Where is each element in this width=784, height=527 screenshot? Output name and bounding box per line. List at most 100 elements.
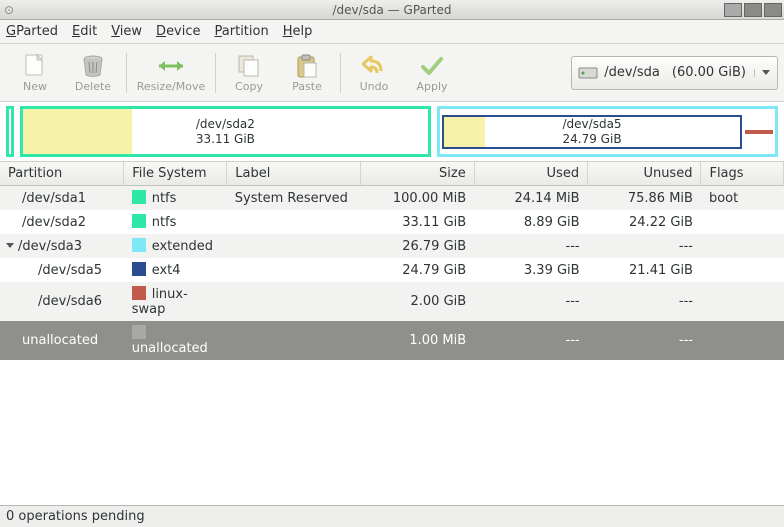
status-text: 0 operations pending [6, 509, 145, 524]
toolbar: New Delete Resize/Move Copy Paste Undo [0, 44, 784, 102]
undo-button[interactable]: Undo [345, 47, 403, 99]
window-controls [724, 3, 784, 17]
partition-label [227, 321, 361, 360]
window-title: /dev/sda — GParted [332, 3, 451, 17]
partition-used: 8.89 GiB [474, 210, 587, 234]
fs-name: ntfs [152, 191, 177, 206]
table-row[interactable]: /dev/sda6linux-swap2.00 GiB------ [0, 282, 784, 321]
partition-name: /dev/sda1 [22, 191, 86, 206]
table-row[interactable]: /dev/sda3extended26.79 GiB------ [0, 234, 784, 258]
minimize-button[interactable] [724, 3, 742, 17]
partition-unused: 75.86 MiB [588, 186, 701, 211]
fs-name: unallocated [132, 341, 208, 356]
device-path: /dev/sda [604, 65, 660, 80]
resize-button[interactable]: Resize/Move [131, 47, 211, 99]
copy-label: Copy [235, 80, 263, 93]
resize-icon [155, 52, 187, 80]
partition-used: --- [474, 321, 587, 360]
copy-button[interactable]: Copy [220, 47, 278, 99]
partition-flags [701, 282, 784, 321]
partition-label: System Reserved [227, 186, 361, 211]
toolbar-separator [126, 53, 127, 93]
table-row[interactable]: /dev/sda2ntfs33.11 GiB8.89 GiB24.22 GiB [0, 210, 784, 234]
close-button[interactable] [764, 3, 782, 17]
partition-flags [701, 210, 784, 234]
partition-flags [701, 258, 784, 282]
app-icon: ⊙ [4, 3, 14, 17]
fs-name: ext4 [152, 263, 181, 278]
partition-graph: /dev/sda2 33.11 GiB /dev/sda5 24.79 GiB [0, 102, 784, 162]
table-header-row: Partition File System Label Size Used Un… [0, 162, 784, 186]
table-row[interactable]: /dev/sda1ntfsSystem Reserved100.00 MiB24… [0, 186, 784, 211]
apply-button[interactable]: Apply [403, 47, 461, 99]
undo-icon [361, 52, 387, 80]
partition-unused: --- [588, 321, 701, 360]
graph-sda2-label: /dev/sda2 [23, 117, 428, 132]
paste-label: Paste [292, 80, 322, 93]
table-row[interactable]: /dev/sda5ext424.79 GiB3.39 GiB21.41 GiB [0, 258, 784, 282]
menu-gparted[interactable]: GParted [6, 24, 58, 39]
partition-label [227, 282, 361, 321]
partition-unused: 21.41 GiB [588, 258, 701, 282]
copy-icon [236, 52, 262, 80]
col-label[interactable]: Label [227, 162, 361, 186]
menu-partition[interactable]: Partition [215, 24, 269, 39]
partition-name: /dev/sda5 [38, 263, 102, 278]
col-used[interactable]: Used [474, 162, 587, 186]
window-titlebar: ⊙ /dev/sda — GParted [0, 0, 784, 20]
partition-used: --- [474, 282, 587, 321]
maximize-button[interactable] [744, 3, 762, 17]
partition-size: 100.00 MiB [361, 186, 474, 211]
toolbar-separator [340, 53, 341, 93]
fs-name: ntfs [152, 215, 177, 230]
graph-extended[interactable]: /dev/sda5 24.79 GiB [437, 106, 778, 157]
expander-icon[interactable] [6, 243, 14, 248]
device-size: (60.00 GiB) [672, 65, 746, 80]
partition-size: 33.11 GiB [361, 210, 474, 234]
partition-unused: --- [588, 234, 701, 258]
menu-device[interactable]: Device [156, 24, 200, 39]
dropdown-caret-icon [754, 69, 771, 77]
graph-sda2-size: 33.11 GiB [23, 132, 428, 147]
graph-sda5[interactable]: /dev/sda5 24.79 GiB [442, 115, 742, 149]
menu-view[interactable]: View [111, 24, 142, 39]
graph-sda5-label: /dev/sda5 [444, 117, 740, 132]
paste-button[interactable]: Paste [278, 47, 336, 99]
graph-sda2[interactable]: /dev/sda2 33.11 GiB [20, 106, 431, 157]
partition-label [227, 258, 361, 282]
partition-label [227, 210, 361, 234]
disk-icon [578, 65, 598, 81]
fs-color-icon [132, 238, 146, 252]
device-selector[interactable]: /dev/sda (60.00 GiB) [571, 56, 778, 90]
toolbar-separator [215, 53, 216, 93]
partition-size: 1.00 MiB [361, 321, 474, 360]
new-button[interactable]: New [6, 47, 64, 99]
col-flags[interactable]: Flags [701, 162, 784, 186]
partition-unused: --- [588, 282, 701, 321]
partition-used: 3.39 GiB [474, 258, 587, 282]
table-row[interactable]: unallocatedunallocated1.00 MiB------ [0, 321, 784, 360]
new-icon [22, 52, 48, 80]
delete-button[interactable]: Delete [64, 47, 122, 99]
fs-color-icon [132, 214, 146, 228]
partition-label [227, 234, 361, 258]
apply-icon [419, 52, 445, 80]
fs-name: extended [152, 239, 213, 254]
col-size[interactable]: Size [361, 162, 474, 186]
fs-color-icon [132, 190, 146, 204]
menu-help[interactable]: Help [283, 24, 313, 39]
fs-color-icon [132, 286, 146, 300]
col-filesystem[interactable]: File System [124, 162, 227, 186]
graph-sda1[interactable] [6, 106, 14, 157]
fs-color-icon [132, 325, 146, 339]
resize-label: Resize/Move [137, 80, 205, 93]
partition-name: unallocated [22, 333, 98, 348]
col-unused[interactable]: Unused [588, 162, 701, 186]
graph-sda6[interactable] [745, 130, 773, 134]
delete-icon [80, 52, 106, 80]
menu-edit[interactable]: Edit [72, 24, 97, 39]
partition-flags [701, 234, 784, 258]
partition-used: --- [474, 234, 587, 258]
col-partition[interactable]: Partition [0, 162, 124, 186]
apply-label: Apply [416, 80, 447, 93]
